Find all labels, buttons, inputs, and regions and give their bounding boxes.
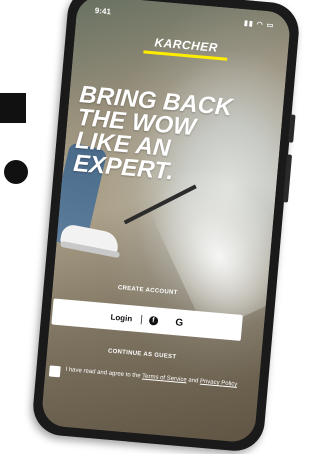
- terms-prefix: I have read and agree to the: [65, 366, 141, 380]
- terms-middle: and: [188, 377, 199, 385]
- login-separator: |: [139, 313, 144, 325]
- status-icons: ▮▮ ◠ ▭: [243, 20, 275, 30]
- status-time: 9:41: [94, 6, 112, 17]
- black-square-shape: [0, 93, 26, 123]
- login-button[interactable]: Login: [110, 312, 132, 323]
- app-screen: 9:41 ▮▮ ◠ ▭ KARCHER BRING BACK THE WOW L…: [40, 0, 292, 444]
- status-bar: 9:41 ▮▮ ◠ ▭: [94, 6, 275, 34]
- continue-as-guest-link[interactable]: CONTINUE AS GUEST: [67, 345, 217, 364]
- google-icon[interactable]: G: [174, 317, 184, 329]
- black-circle-shape: [4, 160, 28, 184]
- phone-side-button: [288, 114, 296, 143]
- terms-of-service-link[interactable]: Terms of Service: [142, 374, 187, 384]
- terms-row: I have read and agree to the Terms of Se…: [48, 365, 239, 403]
- phone-side-button: [282, 154, 293, 203]
- hero-headline: BRING BACK THE WOW LIKE AN EXPERT.: [72, 81, 234, 186]
- phone-frame: 9:41 ▮▮ ◠ ▭ KARCHER BRING BACK THE WOW L…: [30, 0, 302, 454]
- apple-icon[interactable]: [161, 317, 171, 327]
- terms-text: I have read and agree to the Terms of Se…: [65, 367, 240, 389]
- terms-checkbox[interactable]: [48, 365, 61, 378]
- facebook-icon[interactable]: f: [148, 315, 159, 326]
- brand-logo: KARCHER: [143, 34, 228, 61]
- privacy-policy-link[interactable]: Privacy Policy: [200, 379, 238, 388]
